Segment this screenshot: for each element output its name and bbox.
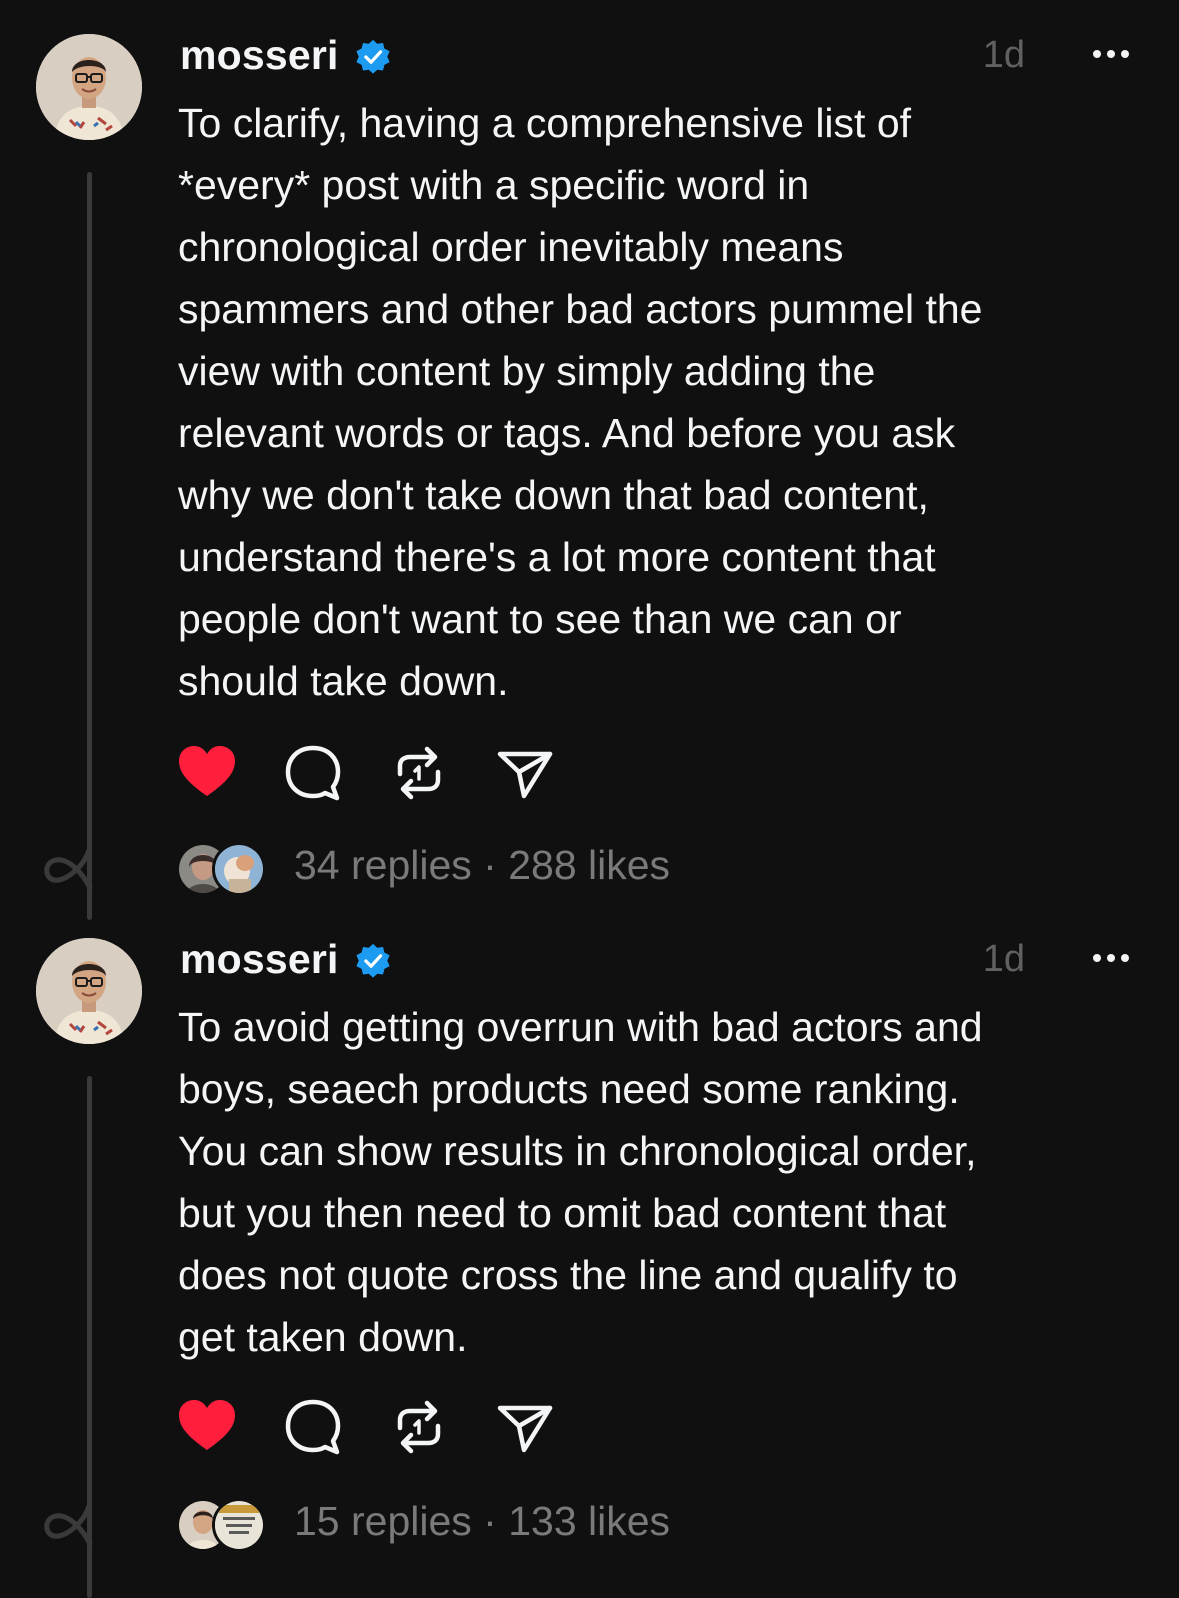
replier-avatar [212, 1498, 266, 1552]
replier-avatars [176, 1498, 266, 1552]
more-icon[interactable] [1089, 36, 1133, 72]
author-avatar[interactable] [36, 34, 142, 140]
share-icon [497, 751, 553, 799]
username[interactable]: mosseri [180, 936, 339, 983]
heart-icon [179, 746, 235, 796]
replier-avatar [212, 842, 266, 896]
post-stats[interactable]: 15 replies · 133 likes [176, 1494, 876, 1554]
thread-connector-icon [44, 847, 93, 890]
post-text: To avoid getting overrun with bad actors… [178, 1004, 983, 1360]
share-icon [497, 1405, 553, 1453]
more-icon[interactable] [1089, 940, 1133, 976]
repost-button[interactable] [388, 742, 450, 804]
username[interactable]: mosseri [180, 32, 339, 79]
post-actions [176, 1396, 576, 1460]
post-text: To clarify, having a comprehensive list … [178, 100, 983, 704]
repost-icon [397, 746, 441, 800]
reply-button[interactable] [282, 742, 344, 804]
share-button[interactable] [494, 1396, 556, 1458]
post-header: mosseri 1d [180, 30, 1179, 82]
stats-text: 34 replies · 288 likes [294, 842, 671, 888]
heart-icon [179, 1400, 235, 1450]
post-header: mosseri 1d [180, 934, 1179, 986]
like-button[interactable] [176, 1396, 238, 1458]
thread-post: mosseri 1d To clarify, having a comprehe… [0, 0, 1179, 922]
repost-button[interactable] [388, 1396, 450, 1458]
verified-icon [356, 943, 390, 978]
thread-connector-icon [44, 1503, 93, 1546]
post-timestamp: 1d [982, 34, 1025, 76]
repost-icon [397, 1400, 441, 1454]
post-timestamp: 1d [982, 938, 1025, 980]
author-avatar[interactable] [36, 938, 142, 1044]
verified-icon [356, 39, 390, 74]
post-stats[interactable]: 34 replies · 288 likes [176, 838, 876, 898]
post-actions [176, 742, 576, 806]
reply-icon [285, 745, 341, 801]
share-button[interactable] [494, 742, 556, 804]
like-button[interactable] [176, 742, 238, 804]
replier-avatars [176, 842, 266, 896]
thread-line [87, 172, 92, 920]
reply-icon [285, 1399, 341, 1455]
stats-text: 15 replies · 133 likes [294, 1498, 671, 1544]
reply-button[interactable] [282, 1396, 344, 1458]
thread-post: mosseri 1d To avoid getting overrun with… [0, 922, 1179, 1598]
